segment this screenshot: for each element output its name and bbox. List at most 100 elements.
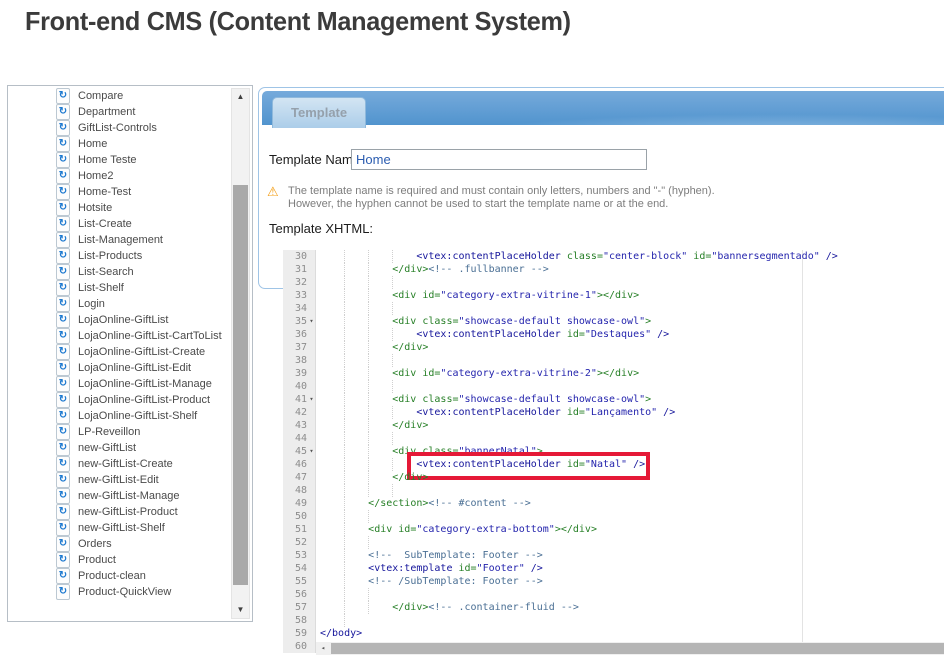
line-number: 35	[283, 315, 307, 328]
code-line-41[interactable]: 41▾ <div class="showcase-default showcas…	[283, 393, 944, 406]
code-line-56[interactable]: 56	[283, 588, 944, 601]
line-number: 46	[283, 458, 307, 471]
template-doc-icon: ↻	[56, 120, 70, 136]
tree-item-lojaonline-giftlist-edit[interactable]: ↻LojaOnline-GiftList-Edit	[9, 360, 231, 376]
tree-item-lojaonline-giftlist-create[interactable]: ↻LojaOnline-GiftList-Create	[9, 344, 231, 360]
scroll-up-icon[interactable]: ▲	[232, 89, 249, 105]
tree-item-new-giftlist-product[interactable]: ↻new-GiftList-Product	[9, 504, 231, 520]
tree-item-lp-reveillon[interactable]: ↻LP-Reveillon	[9, 424, 231, 440]
indent-guide	[344, 432, 345, 445]
tree-item-product[interactable]: ↻Product	[9, 552, 231, 568]
tree-item-giftlist-controls[interactable]: ↻GiftList-Controls	[9, 120, 231, 136]
tree-item-compare[interactable]: ↻Compare	[9, 88, 231, 104]
code-line-42[interactable]: 42 <vtex:contentPlaceHolder id="Lançamen…	[283, 406, 944, 419]
code-line-52[interactable]: 52	[283, 536, 944, 549]
editor-scrollbar-thumb[interactable]	[331, 643, 944, 654]
tree-item-new-giftlist-manage[interactable]: ↻new-GiftList-Manage	[9, 488, 231, 504]
scroll-left-icon[interactable]: ◂	[316, 642, 330, 655]
indent-guide	[344, 367, 345, 380]
code-line-47[interactable]: 47 </div>	[283, 471, 944, 484]
tree-item-home-teste[interactable]: ↻Home Teste	[9, 152, 231, 168]
tree-item-home-test[interactable]: ↻Home-Test	[9, 184, 231, 200]
tree-item-lojaonline-giftlist[interactable]: ↻LojaOnline-GiftList	[9, 312, 231, 328]
code-line-59[interactable]: 59</body>	[283, 627, 944, 640]
fold-arrow-icon[interactable]: ▾	[307, 315, 316, 328]
code-line-53[interactable]: 53 <!-- SubTemplate: Footer -->	[283, 549, 944, 562]
tree-item-lojaonline-giftlist-carttolist[interactable]: ↻LojaOnline-GiftList-CartToList	[9, 328, 231, 344]
tree-item-label: new-GiftList	[78, 442, 136, 454]
code-line-55[interactable]: 55 <!-- /SubTemplate: Footer -->	[283, 575, 944, 588]
indent-guide	[368, 276, 369, 289]
code-line-43[interactable]: 43 </div>	[283, 419, 944, 432]
tree-item-new-giftlist[interactable]: ↻new-GiftList	[9, 440, 231, 456]
fold-spacer	[307, 588, 316, 601]
indent-guide	[392, 380, 393, 393]
fold-arrow-icon[interactable]: ▾	[307, 445, 316, 458]
code-line-30[interactable]: 30 <vtex:contentPlaceHolder class="cente…	[283, 250, 944, 263]
code-line-40[interactable]: 40	[283, 380, 944, 393]
tree-item-label: Home	[78, 138, 107, 150]
code-line-36[interactable]: 36 <vtex:contentPlaceHolder id="Destaque…	[283, 328, 944, 341]
code-line-38[interactable]: 38	[283, 354, 944, 367]
tree-item-list-search[interactable]: ↻List-Search	[9, 264, 231, 280]
line-number: 41	[283, 393, 307, 406]
tree-item-home2[interactable]: ↻Home2	[9, 168, 231, 184]
code-text	[316, 536, 944, 549]
tree-scrollbar-thumb[interactable]	[233, 185, 248, 585]
fold-spacer	[307, 562, 316, 575]
code-line-57[interactable]: 57 </div><!-- .container-fluid -->	[283, 601, 944, 614]
code-line-49[interactable]: 49 </section><!-- #content -->	[283, 497, 944, 510]
code-text: <!-- /SubTemplate: Footer -->	[316, 575, 944, 588]
scroll-down-icon[interactable]: ▼	[232, 602, 249, 618]
tree-scrollbar[interactable]: ▲ ▼	[231, 88, 250, 619]
code-line-48[interactable]: 48	[283, 484, 944, 497]
code-line-50[interactable]: 50	[283, 510, 944, 523]
xhtml-code-editor[interactable]: 30 <vtex:contentPlaceHolder class="cente…	[283, 250, 944, 653]
tree-item-new-giftlist-edit[interactable]: ↻new-GiftList-Edit	[9, 472, 231, 488]
fold-arrow-icon[interactable]: ▾	[307, 393, 316, 406]
code-line-39[interactable]: 39 <div id="category-extra-vitrine-2"></…	[283, 367, 944, 380]
code-line-44[interactable]: 44	[283, 432, 944, 445]
template-doc-icon: ↻	[56, 408, 70, 424]
tree-item-list-management[interactable]: ↻List-Management	[9, 232, 231, 248]
tree-item-list-create[interactable]: ↻List-Create	[9, 216, 231, 232]
tree-item-login[interactable]: ↻Login	[9, 296, 231, 312]
tree-item-list-products[interactable]: ↻List-Products	[9, 248, 231, 264]
tree-item-new-giftlist-create[interactable]: ↻new-GiftList-Create	[9, 456, 231, 472]
code-line-45[interactable]: 45▾ <div class="bannerNatal">	[283, 445, 944, 458]
editor-horizontal-scrollbar[interactable]: ◂	[316, 642, 944, 655]
tree-item-new-giftlist-shelf[interactable]: ↻new-GiftList-Shelf	[9, 520, 231, 536]
code-line-58[interactable]: 58	[283, 614, 944, 627]
code-text: <div class="showcase-default showcase-ow…	[316, 393, 944, 406]
code-line-32[interactable]: 32	[283, 276, 944, 289]
code-line-51[interactable]: 51 <div id="category-extra-bottom"></div…	[283, 523, 944, 536]
tree-item-orders[interactable]: ↻Orders	[9, 536, 231, 552]
template-tree: ↻Compare↻Department↻GiftList-Controls↻Ho…	[7, 85, 253, 622]
tree-item-home[interactable]: ↻Home	[9, 136, 231, 152]
indent-guide	[368, 289, 369, 302]
code-line-33[interactable]: 33 <div id="category-extra-vitrine-1"></…	[283, 289, 944, 302]
tree-item-product-clean[interactable]: ↻Product-clean	[9, 568, 231, 584]
tab-template[interactable]: Template	[272, 97, 366, 128]
fold-spacer	[307, 289, 316, 302]
template-name-input[interactable]	[351, 149, 647, 170]
tree-item-lojaonline-giftlist-shelf[interactable]: ↻LojaOnline-GiftList-Shelf	[9, 408, 231, 424]
code-line-35[interactable]: 35▾ <div class="showcase-default showcas…	[283, 315, 944, 328]
tree-item-department[interactable]: ↻Department	[9, 104, 231, 120]
line-number: 45	[283, 445, 307, 458]
code-line-34[interactable]: 34	[283, 302, 944, 315]
code-line-46[interactable]: 46 <vtex:contentPlaceHolder id="Natal" /…	[283, 458, 944, 471]
tree-item-label: List-Management	[78, 234, 163, 246]
tree-item-product-quickview[interactable]: ↻Product-QuickView	[9, 584, 231, 600]
tree-item-label: List-Shelf	[78, 282, 124, 294]
tree-item-label: List-Search	[78, 266, 134, 278]
tree-item-lojaonline-giftlist-product[interactable]: ↻LojaOnline-GiftList-Product	[9, 392, 231, 408]
tree-item-label: new-GiftList-Edit	[78, 474, 159, 486]
code-line-37[interactable]: 37 </div>	[283, 341, 944, 354]
tree-item-lojaonline-giftlist-manage[interactable]: ↻LojaOnline-GiftList-Manage	[9, 376, 231, 392]
template-doc-icon: ↻	[56, 376, 70, 392]
tree-item-hotsite[interactable]: ↻Hotsite	[9, 200, 231, 216]
tree-item-list-shelf[interactable]: ↻List-Shelf	[9, 280, 231, 296]
code-line-54[interactable]: 54 <vtex:template id="Footer" />	[283, 562, 944, 575]
code-line-31[interactable]: 31 </div><!-- .fullbanner -->	[283, 263, 944, 276]
